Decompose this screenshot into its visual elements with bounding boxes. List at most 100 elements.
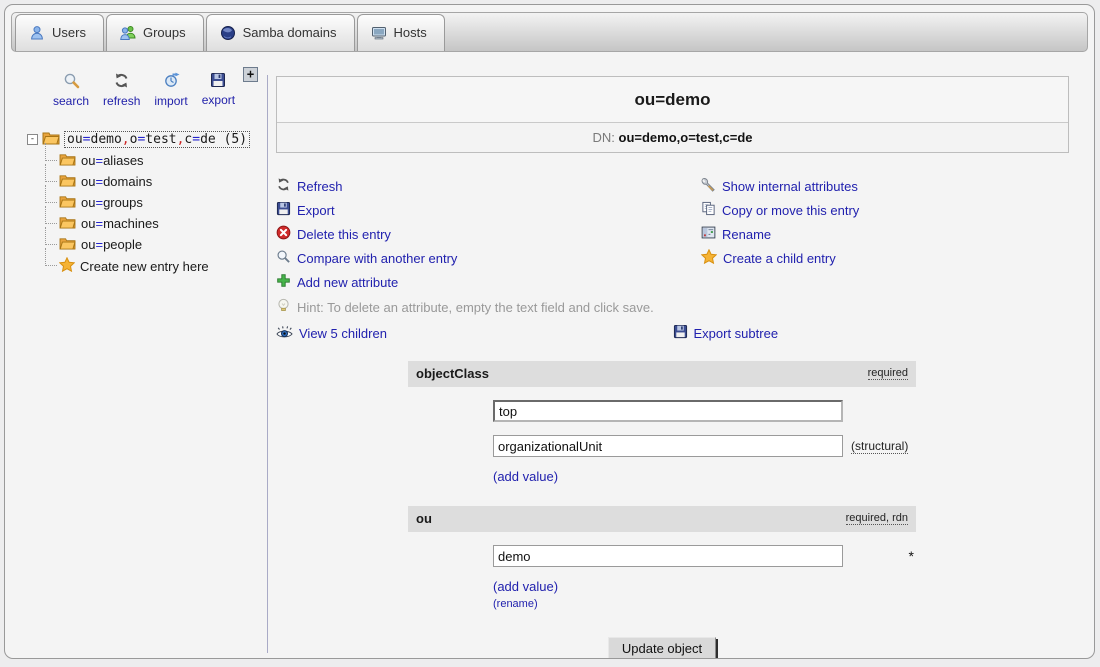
attribute-value-input[interactable] — [493, 400, 843, 422]
tree-item-label[interactable]: ou=groups — [81, 195, 143, 210]
attribute-value-row: (structural) — [493, 435, 916, 457]
tab-groups[interactable]: Groups — [106, 14, 204, 51]
tree-item-label[interactable]: ou=people — [81, 237, 142, 252]
attribute-flags: required, rdn — [846, 512, 908, 525]
tree-sidebar: + search refresh import export — [5, 52, 261, 652]
copy-icon — [701, 201, 716, 219]
app-window: Users Groups Samba domains Hosts + searc… — [4, 4, 1095, 659]
structural-note-text: (structural) — [851, 439, 908, 454]
sidebar-toolbar: search refresh import export — [53, 72, 261, 108]
tree-item-label[interactable]: ou=domains — [81, 174, 152, 189]
tree-item-label[interactable]: ou=machines — [81, 216, 159, 231]
dn-value: ou=demo,o=test,c=de — [619, 130, 753, 145]
action-label: Refresh — [297, 179, 343, 194]
tree-root-label[interactable]: ou=demo,o=test,c=de (5) — [64, 131, 250, 148]
add-icon — [276, 273, 291, 291]
action-label: Show internal attributes — [722, 179, 858, 194]
delete-icon — [276, 225, 291, 243]
view-children-link[interactable]: View 5 children — [276, 321, 673, 345]
tab-label: Samba domains — [243, 25, 337, 40]
entry-actions: Refresh Export Delete this entry Compare… — [276, 174, 1069, 294]
tree-item-people[interactable]: ou=people — [43, 236, 261, 253]
eye-icon — [276, 325, 293, 342]
attribute-value-row — [493, 400, 916, 422]
export-tool[interactable]: export — [202, 72, 235, 108]
tree-item-create-new-entry[interactable]: Create new entry here — [43, 257, 261, 275]
tree-item-groups[interactable]: ou=groups — [43, 194, 261, 211]
action-label: Compare with another entry — [297, 251, 457, 266]
dn-label: DN: — [592, 130, 614, 145]
expand-tree-button[interactable]: + — [243, 67, 258, 82]
ldap-tree: - ou=demo,o=test,c=de (5) ou=aliases ou=… — [27, 130, 261, 275]
tool-label: import — [154, 94, 187, 108]
refresh-tool[interactable]: refresh — [103, 72, 140, 108]
copy-move-entry-link[interactable]: Copy or move this entry — [701, 198, 859, 222]
collapse-icon[interactable]: - — [27, 134, 38, 145]
star-icon — [59, 257, 75, 275]
entry-dn: DN: ou=demo,o=test,c=de — [277, 123, 1068, 152]
entry-header: ou=demo DN: ou=demo,o=test,c=de — [276, 76, 1069, 153]
content-area: + search refresh import export — [5, 52, 1094, 652]
group-icon — [120, 25, 136, 41]
globe-icon — [220, 25, 236, 41]
refresh-icon — [113, 72, 130, 92]
required-asterisk: * — [909, 548, 914, 564]
tree-item-label[interactable]: ou=aliases — [81, 153, 144, 168]
add-value-link[interactable]: (add value) — [493, 579, 916, 594]
attribute-form: objectClass required (structural) (add v… — [408, 361, 916, 659]
tab-label: Groups — [143, 25, 186, 40]
rename-attribute-link[interactable]: (rename) — [493, 598, 916, 610]
tool-label: search — [53, 94, 89, 108]
show-internal-attributes-link[interactable]: Show internal attributes — [701, 174, 859, 198]
delete-entry-link[interactable]: Delete this entry — [276, 222, 701, 246]
attribute-name: objectClass — [416, 366, 489, 381]
folder-icon — [59, 194, 76, 211]
rename-icon — [701, 225, 716, 243]
refresh-link[interactable]: Refresh — [276, 174, 701, 198]
export-icon — [210, 72, 226, 91]
attribute-value-input[interactable] — [493, 545, 843, 567]
attribute-value-input[interactable] — [493, 435, 843, 457]
update-object-button[interactable]: Update object — [608, 637, 716, 659]
create-child-entry-link[interactable]: Create a child entry — [701, 246, 859, 270]
tree-root-entry[interactable]: - ou=demo,o=test,c=de (5) — [27, 130, 261, 148]
compare-entry-link[interactable]: Compare with another entry — [276, 246, 701, 270]
tab-bar: Users Groups Samba domains Hosts — [11, 12, 1088, 52]
action-label: Rename — [722, 227, 771, 242]
tree-item-domains[interactable]: ou=domains — [43, 173, 261, 190]
rename-link[interactable]: Rename — [701, 222, 859, 246]
tab-label: Users — [52, 25, 86, 40]
folder-icon — [59, 236, 76, 253]
attribute-flags: required — [868, 367, 908, 380]
action-label: View 5 children — [299, 326, 387, 341]
hint-text: Hint: To delete an attribute, empty the … — [297, 300, 654, 315]
export-link[interactable]: Export — [276, 198, 701, 222]
tab-hosts[interactable]: Hosts — [357, 14, 445, 51]
tab-label: Hosts — [394, 25, 427, 40]
tab-samba-domains[interactable]: Samba domains — [206, 14, 355, 51]
entry-panel: ou=demo DN: ou=demo,o=test,c=de Refresh … — [268, 60, 1094, 659]
structural-note: (structural) — [851, 439, 908, 453]
tool-label: export — [202, 93, 235, 107]
add-value-link[interactable]: (add value) — [493, 469, 916, 484]
action-label: Add new attribute — [297, 275, 398, 290]
refresh-icon — [276, 177, 291, 195]
page-title: ou=demo — [277, 77, 1068, 123]
tree-item-label[interactable]: Create new entry here — [80, 259, 209, 274]
secondary-actions: View 5 children Export subtree — [276, 321, 1069, 345]
tree-item-machines[interactable]: ou=machines — [43, 215, 261, 232]
tree-item-aliases[interactable]: ou=aliases — [43, 152, 261, 169]
search-tool[interactable]: search — [53, 72, 89, 108]
tab-users[interactable]: Users — [15, 14, 104, 51]
add-attribute-link[interactable]: Add new attribute — [276, 270, 701, 294]
action-label: Export subtree — [694, 326, 779, 341]
folder-icon — [59, 173, 76, 190]
search-icon — [63, 72, 80, 92]
export-subtree-link[interactable]: Export subtree — [673, 321, 1070, 345]
action-label: Delete this entry — [297, 227, 391, 242]
export-icon — [673, 324, 688, 342]
import-tool[interactable]: import — [154, 72, 187, 108]
attribute-name: ou — [416, 511, 432, 526]
action-label: Export — [297, 203, 335, 218]
folder-icon — [59, 152, 76, 169]
